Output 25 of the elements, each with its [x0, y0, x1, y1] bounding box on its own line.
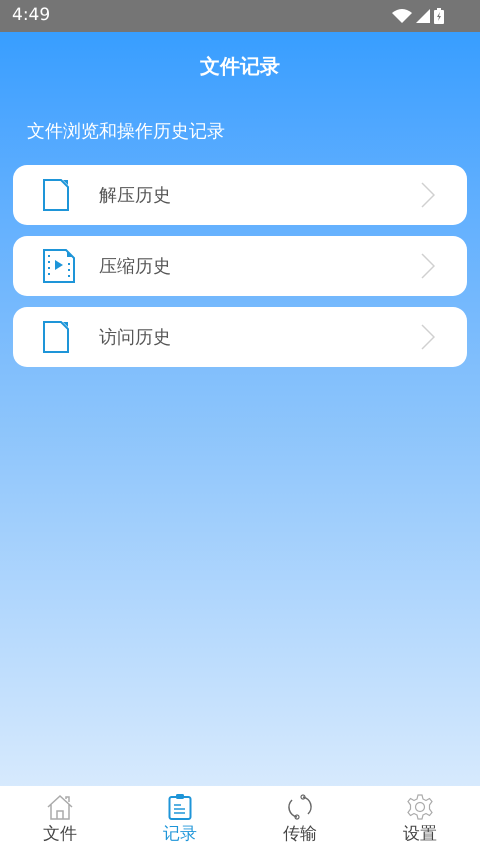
- settings-icon: [407, 794, 433, 820]
- history-item[interactable]: 解压历史: [13, 165, 467, 225]
- home-icon: [46, 794, 74, 820]
- sync-icon: [287, 794, 313, 820]
- page-title: 文件记录: [200, 53, 280, 80]
- wifi-icon: [392, 9, 412, 23]
- history-item[interactable]: 压缩历史: [13, 236, 467, 296]
- item-label: 压缩历史: [98, 254, 172, 278]
- item-label: 解压历史: [98, 184, 172, 208]
- battery-icon: [434, 8, 444, 24]
- chevron-right-icon: [421, 253, 435, 279]
- signal-icon: [416, 9, 430, 23]
- status-time: 4:49: [12, 4, 50, 28]
- history-item[interactable]: 访问历史: [13, 307, 467, 367]
- document-icon: [43, 321, 69, 353]
- item-label: 访问历史: [98, 326, 172, 350]
- document-icon: [43, 179, 69, 211]
- nav-tab[interactable]: 传输: [240, 786, 360, 853]
- chevron-right-icon: [421, 324, 435, 350]
- nav-tab[interactable]: 设置: [360, 786, 480, 853]
- section-subtitle: 文件浏览和操作历史记录: [27, 121, 225, 142]
- chevron-right-icon: [421, 182, 435, 208]
- nav-tab[interactable]: 文件: [0, 786, 120, 853]
- clipboard-icon: [168, 794, 192, 820]
- video-file-icon: [43, 249, 75, 283]
